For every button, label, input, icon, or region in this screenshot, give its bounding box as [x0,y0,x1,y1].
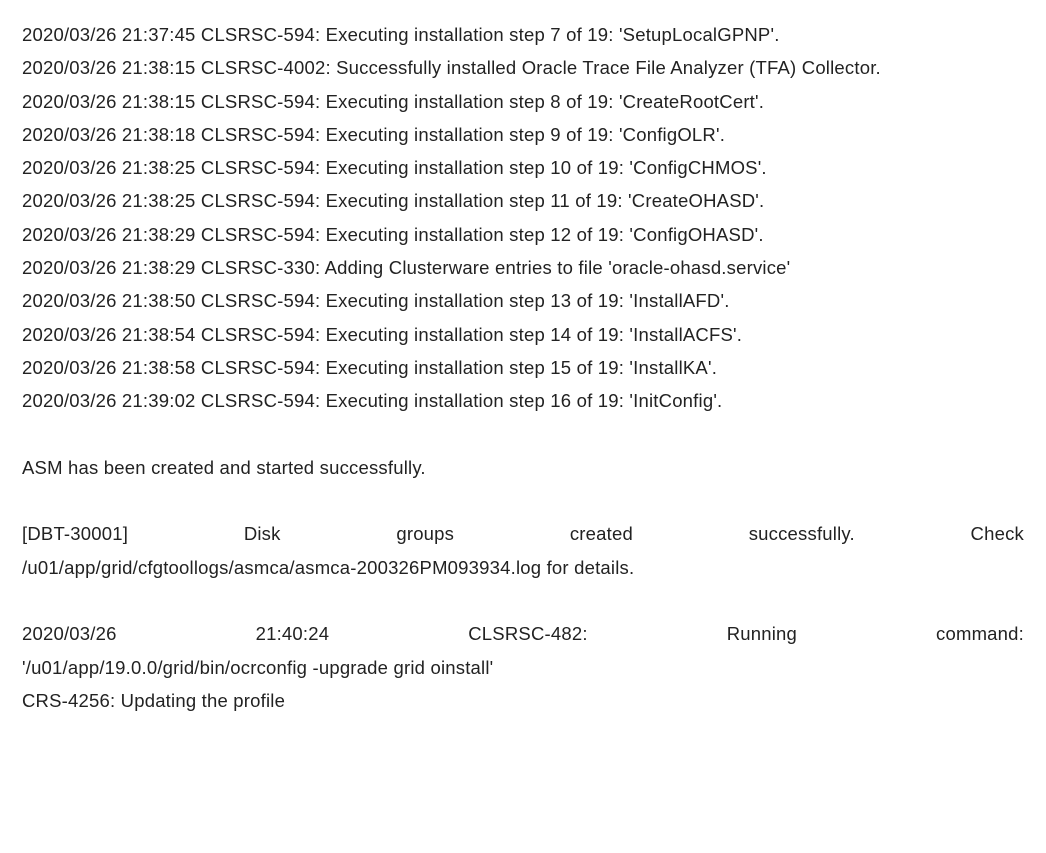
log-line: 2020/03/26 21:39:02 CLSRSC-594: Executin… [22,384,1024,417]
log-line: 2020/03/26 21:38:54 CLSRSC-594: Executin… [22,318,1024,351]
log-line: 2020/03/26 21:37:45 CLSRSC-594: Executin… [22,18,1024,51]
log-line: 2020/03/26 21:38:29 CLSRSC-594: Executin… [22,218,1024,251]
log-line: 2020/03/26 21:38:18 CLSRSC-594: Executin… [22,118,1024,151]
log-line: 2020/03/26 21:38:25 CLSRSC-594: Executin… [22,184,1024,217]
blank-line [22,584,1024,617]
dbt-message: [DBT-30001] Disk groups created successf… [22,517,1024,584]
log-line: 2020/03/26 21:38:25 CLSRSC-594: Executin… [22,151,1024,184]
asm-status: ASM has been created and started success… [22,451,1024,484]
log-line: 2020/03/26 21:38:29 CLSRSC-330: Adding C… [22,251,1024,284]
log-line: 2020/03/26 21:38:15 CLSRSC-4002: Success… [22,51,1024,84]
log-line: /u01/app/grid/cfgtoollogs/asmca/asmca-20… [22,551,1024,584]
crs-status: CRS-4256: Updating the profile [22,684,1024,717]
blank-line [22,418,1024,451]
command-message: 2020/03/26 21:40:24 CLSRSC-482: Running … [22,617,1024,684]
log-line: '/u01/app/19.0.0/grid/bin/ocrconfig -upg… [22,651,1024,684]
log-output: 2020/03/26 21:37:45 CLSRSC-594: Executin… [22,18,1024,717]
log-line: 2020/03/26 21:38:58 CLSRSC-594: Executin… [22,351,1024,384]
log-line: 2020/03/26 21:38:50 CLSRSC-594: Executin… [22,284,1024,317]
blank-line [22,484,1024,517]
log-line: 2020/03/26 21:40:24 CLSRSC-482: Running … [22,617,1024,650]
log-line: 2020/03/26 21:38:15 CLSRSC-594: Executin… [22,85,1024,118]
log-line: [DBT-30001] Disk groups created successf… [22,517,1024,550]
